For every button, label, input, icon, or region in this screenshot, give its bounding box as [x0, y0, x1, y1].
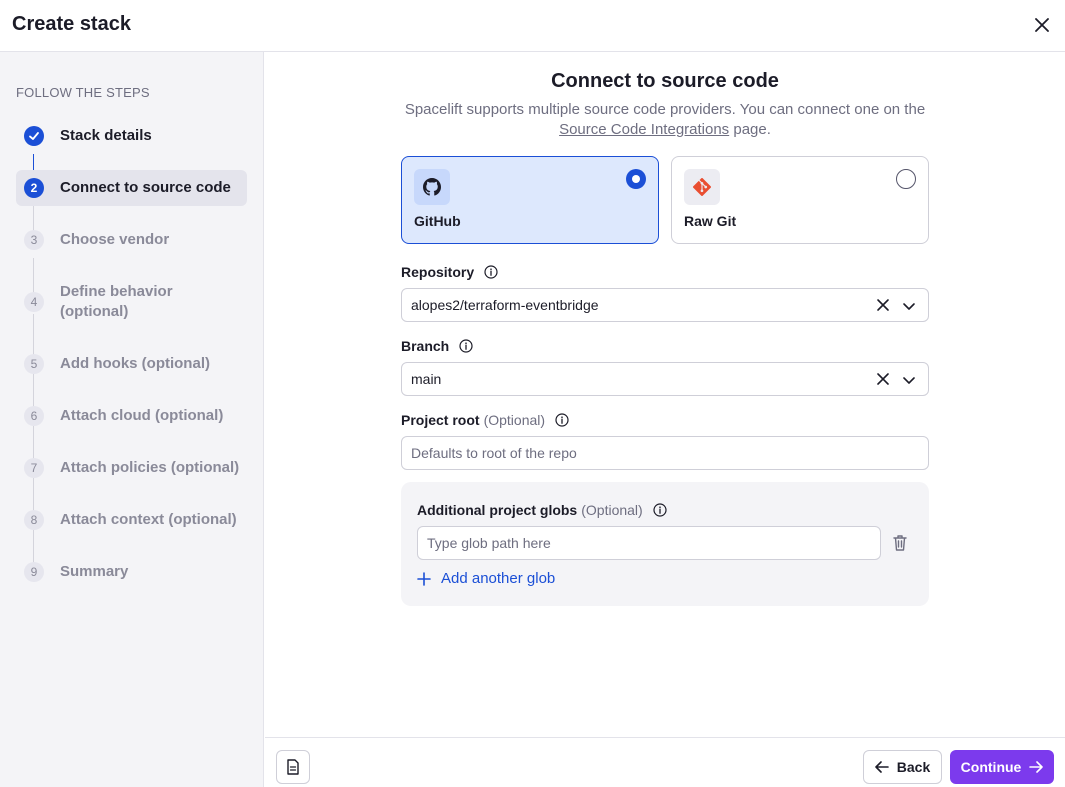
- git-icon: [693, 178, 711, 196]
- step-connect-source-code[interactable]: 2 Connect to source code: [16, 170, 247, 206]
- arrow-right-icon: [1029, 761, 1044, 773]
- source-code-integrations-link[interactable]: Source Code Integrations: [559, 121, 729, 138]
- step-add-hooks[interactable]: 5 Add hooks (optional): [16, 346, 247, 382]
- step-badge: 3: [24, 230, 44, 250]
- trash-icon[interactable]: [892, 534, 908, 552]
- branch-label: Branch: [401, 338, 473, 354]
- repository-value: alopes2/terraform-eventbridge: [411, 297, 599, 313]
- repository-select[interactable]: alopes2/terraform-eventbridge: [401, 288, 929, 322]
- project-root-label: Project root (Optional): [401, 412, 569, 428]
- step-stack-details[interactable]: Stack details: [16, 118, 247, 154]
- add-another-glob-button[interactable]: Add another glob: [417, 570, 555, 587]
- repository-label-text: Repository: [401, 264, 475, 280]
- plus-icon: [417, 571, 431, 586]
- additional-globs-panel: Additional project globs (Optional) Add …: [401, 482, 929, 606]
- step-label: Attach cloud (optional): [60, 407, 224, 424]
- back-label: Back: [896, 759, 931, 775]
- step-badge: 9: [24, 562, 44, 582]
- step-attach-policies[interactable]: 7 Attach policies (optional): [16, 450, 247, 486]
- chevron-down-icon[interactable]: [902, 299, 916, 313]
- clear-icon[interactable]: [876, 298, 890, 312]
- step-label: Connect to source code: [60, 179, 231, 196]
- step-label: Stack details: [60, 127, 152, 144]
- step-label: Choose vendor: [60, 231, 170, 248]
- globs-label-text: Additional project globs: [417, 502, 578, 518]
- step-label: Summary: [60, 563, 129, 580]
- repository-label: Repository: [401, 264, 498, 280]
- step-label: Define behavior (optional): [60, 283, 173, 320]
- step-label: Attach context (optional): [60, 511, 237, 528]
- info-icon[interactable]: [484, 265, 498, 279]
- modal-header: Create stack: [0, 0, 1065, 52]
- step-badge: 8: [24, 510, 44, 530]
- step-summary[interactable]: 9 Summary: [16, 554, 247, 590]
- globs-label: Additional project globs (Optional): [417, 502, 667, 518]
- step-badge: 5: [24, 354, 44, 374]
- documentation-button[interactable]: [276, 750, 310, 784]
- steps-heading: FOLLOW THE STEPS: [16, 85, 150, 100]
- provider-radio[interactable]: [896, 169, 916, 189]
- close-icon: [1035, 18, 1049, 32]
- provider-icon-box: [414, 169, 450, 205]
- step-badge: 6: [24, 406, 44, 426]
- project-root-input[interactable]: [401, 436, 929, 470]
- step-badge: 7: [24, 458, 44, 478]
- provider-github-card[interactable]: GitHub: [401, 156, 659, 244]
- steps-sidebar: FOLLOW THE STEPS Stack details 2 Connect…: [0, 52, 264, 787]
- github-icon: [423, 178, 441, 196]
- step-attach-context[interactable]: 8 Attach context (optional): [16, 502, 247, 538]
- subtitle-text: Spacelift supports multiple source code …: [404, 101, 926, 118]
- modal-footer: Back Continue: [265, 737, 1065, 787]
- continue-button[interactable]: Continue: [950, 750, 1054, 784]
- close-button[interactable]: [1029, 12, 1055, 38]
- clear-icon[interactable]: [876, 372, 890, 386]
- step-choose-vendor[interactable]: 3 Choose vendor: [16, 222, 247, 258]
- branch-label-text: Branch: [401, 338, 450, 354]
- provider-name: GitHub: [414, 213, 461, 229]
- chevron-down-icon[interactable]: [902, 373, 916, 387]
- optional-tag: (Optional): [483, 412, 546, 428]
- step-attach-cloud[interactable]: 6 Attach cloud (optional): [16, 398, 247, 434]
- step-label: Attach policies (optional): [60, 459, 240, 476]
- add-glob-label: Add another glob: [441, 570, 556, 587]
- branch-value: main: [411, 371, 442, 387]
- arrow-left-icon: [874, 761, 889, 773]
- back-button[interactable]: Back: [863, 750, 942, 784]
- continue-label: Continue: [960, 759, 1022, 775]
- document-icon: [287, 759, 299, 775]
- step-label: Add hooks (optional): [60, 355, 210, 372]
- page-title: Connect to source code: [551, 70, 779, 92]
- step-badge: 4: [24, 292, 44, 312]
- optional-tag: (Optional): [581, 502, 643, 518]
- info-icon[interactable]: [653, 503, 667, 517]
- step-define-behavior[interactable]: 4 Define behavior (optional): [16, 274, 247, 330]
- step-badge: 2: [24, 178, 44, 198]
- info-icon[interactable]: [459, 339, 473, 353]
- project-root-label-text: Project root: [401, 412, 480, 428]
- main-panel: Connect to source code Spacelift support…: [265, 52, 1065, 737]
- checkmark-icon: [29, 132, 39, 140]
- subtitle-suffix: page.: [733, 121, 771, 138]
- provider-icon-box: [684, 169, 720, 205]
- step-badge: [24, 126, 44, 146]
- page-subtitle: Spacelift supports multiple source code …: [385, 100, 945, 140]
- provider-name: Raw Git: [684, 213, 737, 229]
- branch-select[interactable]: main: [401, 362, 929, 396]
- provider-radio-selected[interactable]: [626, 169, 646, 189]
- glob-path-input[interactable]: [417, 526, 881, 560]
- info-icon[interactable]: [555, 413, 569, 427]
- provider-raw-git-card[interactable]: Raw Git: [671, 156, 929, 244]
- modal-title: Create stack: [12, 13, 131, 35]
